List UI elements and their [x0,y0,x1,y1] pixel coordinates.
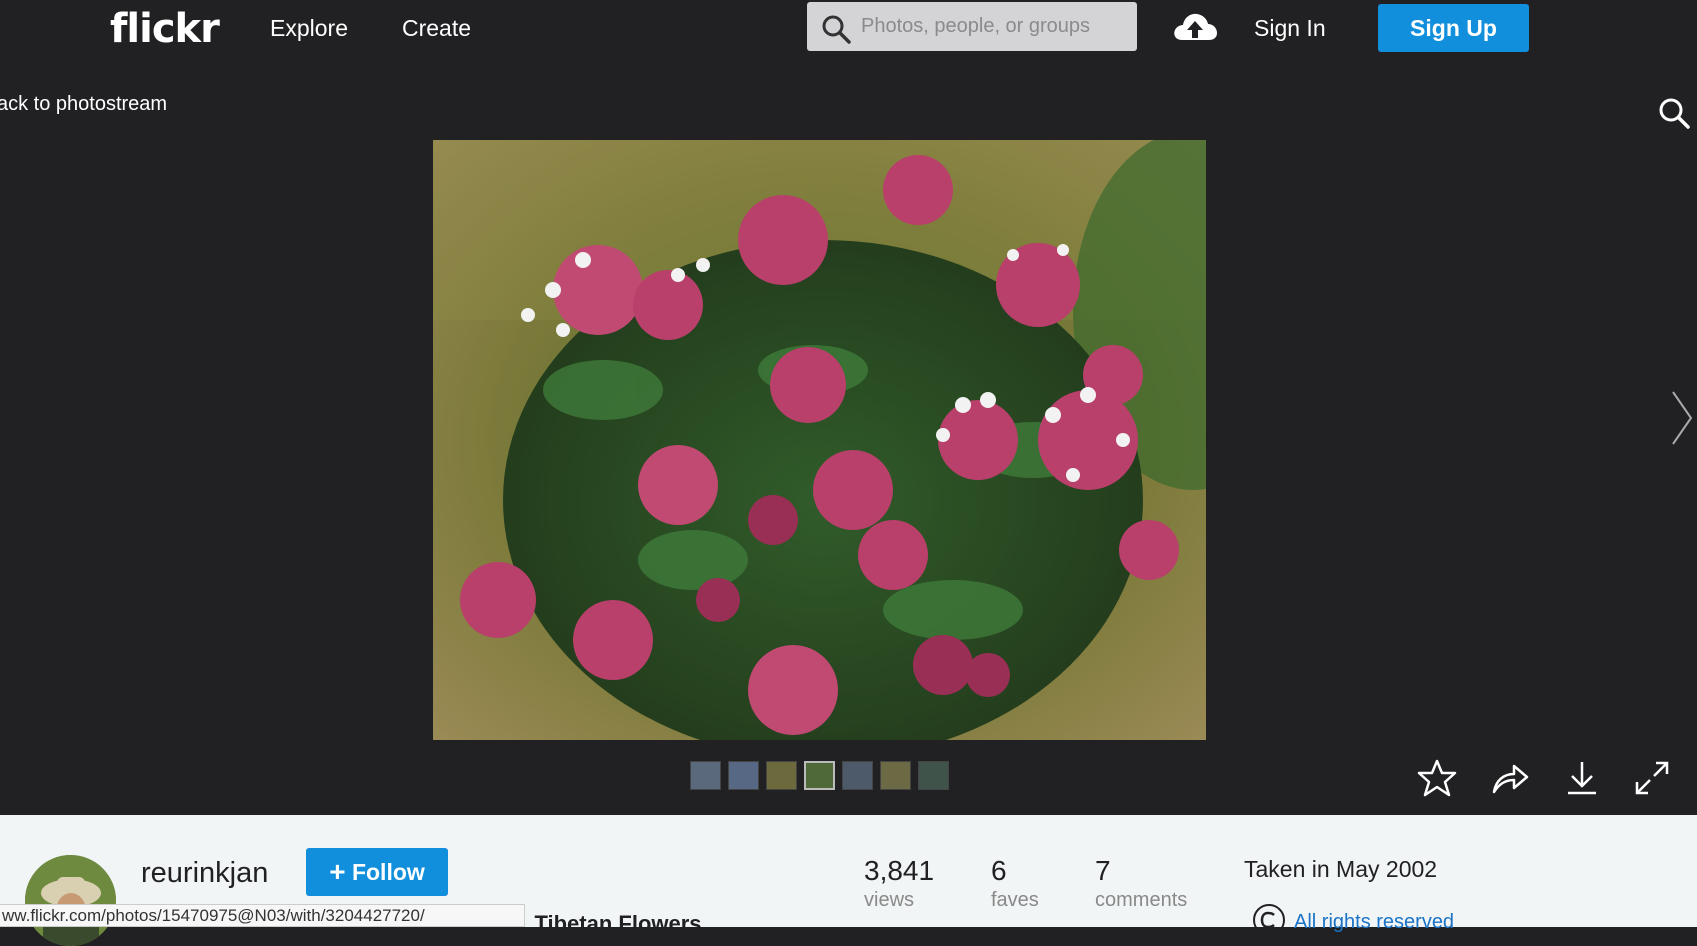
search-icon[interactable] [821,14,851,49]
flickr-logo[interactable]: flickr [110,6,220,52]
thumbnail-active[interactable] [804,761,835,790]
download-icon[interactable] [1562,758,1602,798]
favorite-star-icon[interactable] [1417,758,1457,798]
stat-value: 3,841 [864,855,935,886]
photo-thumbnail-strip [690,761,949,790]
stat-value: 7 [1095,855,1111,886]
follow-label: Follow [351,859,425,885]
signin-link[interactable]: Sign In [1254,15,1326,42]
share-icon[interactable] [1490,758,1530,798]
stat-value: 6 [991,855,1007,886]
stat-comments: 7 comments [1095,855,1187,912]
thumbnail[interactable] [766,761,797,790]
main-photo[interactable] [433,140,1206,740]
thumbnail[interactable] [690,761,721,790]
fullscreen-icon[interactable] [1632,758,1672,798]
taken-date: Taken in May 2002 [1244,856,1438,882]
next-photo-arrow-icon[interactable] [1670,390,1694,451]
back-to-photostream-link[interactable]: ack to photostream [0,93,167,116]
upload-cloud-icon[interactable] [1172,10,1218,49]
stat-faves: 6 faves [991,855,1039,912]
stat-views: 3,841 views [864,855,934,912]
stat-label: faves [991,889,1039,911]
photo-stage: ack to photostream [0,65,1697,815]
license: All rights reserved [1252,903,1454,942]
nav-create[interactable]: Create [402,15,471,42]
zoom-search-icon[interactable] [1658,97,1690,134]
nav-explore[interactable]: Explore [270,15,348,42]
stat-label: comments [1095,889,1188,911]
thumbnail[interactable] [728,761,759,790]
thumbnail[interactable] [918,761,949,790]
follow-button[interactable]: + Follow [306,848,448,896]
stat-label: views [864,889,915,911]
signup-button[interactable]: Sign Up [1378,4,1529,52]
copyright-icon [1252,903,1286,942]
rights-link[interactable]: All rights reserved [1294,911,1454,934]
search-box [807,2,1137,51]
album-title[interactable]: a, Tibetan Flowers [510,911,702,937]
plus-icon: + [329,856,346,887]
thumbnail[interactable] [842,761,873,790]
thumbnail[interactable] [880,761,911,790]
top-navbar: flickr Explore Create Sign In Sign Up [0,0,1697,65]
search-input[interactable] [861,10,1129,43]
status-bar-url: ww.flickr.com/photos/15470975@N03/with/3… [0,904,525,927]
username[interactable]: reurinkjan [141,857,268,890]
avatar[interactable] [25,855,116,946]
